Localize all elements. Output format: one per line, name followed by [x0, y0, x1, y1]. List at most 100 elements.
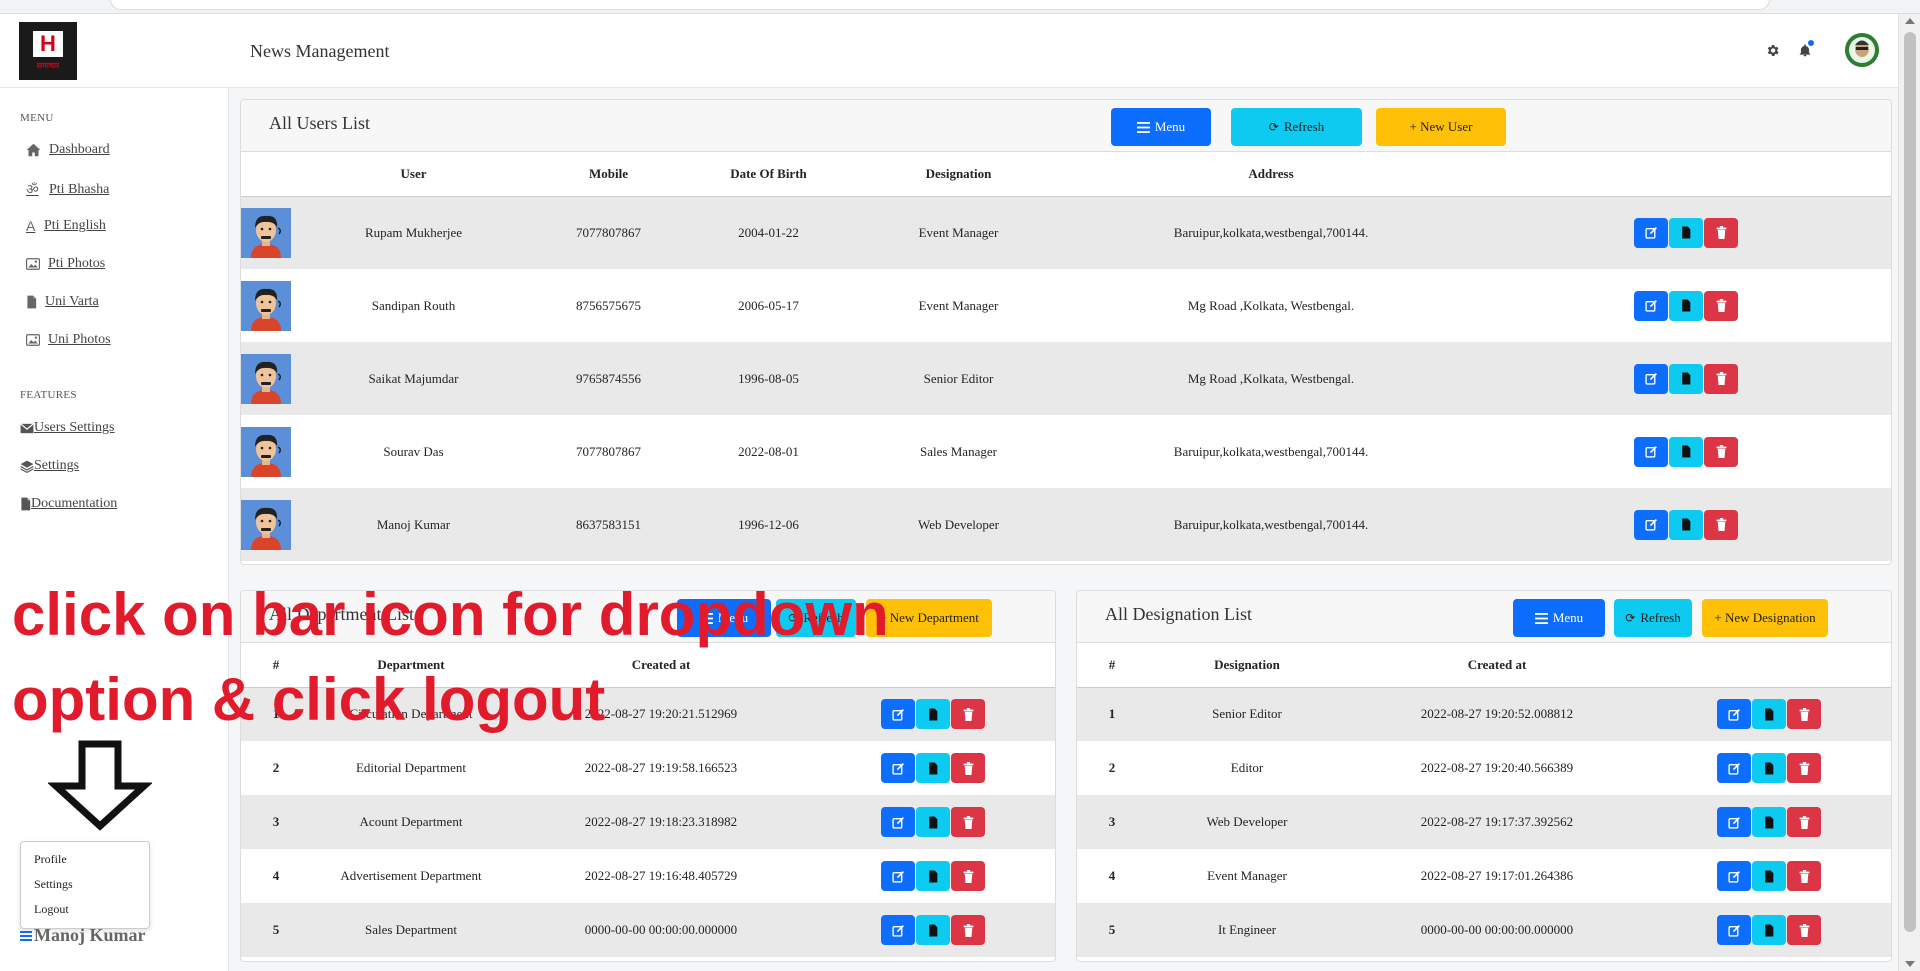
table-row: Sandipan Routh 8756575675 2006-05-17 Event …: [241, 269, 1891, 342]
edit-button[interactable]: [1717, 861, 1751, 891]
delete-button[interactable]: [1704, 290, 1738, 321]
view-button[interactable]: [1752, 699, 1786, 730]
delete-button[interactable]: [951, 807, 985, 837]
view-button[interactable]: [1669, 290, 1703, 321]
delete-button[interactable]: [951, 699, 985, 730]
sidebar-item-pti-bhasha[interactable]: ॐ Pti Bhasha: [26, 180, 109, 199]
delete-button[interactable]: [1704, 217, 1738, 248]
sidebar-item-uni-varta[interactable]: Uni Varta: [26, 294, 99, 310]
profile-avatar[interactable]: [1845, 33, 1879, 67]
edit-button[interactable]: [881, 699, 915, 730]
new-user-button[interactable]: + New User: [1376, 108, 1506, 146]
edit-icon: [1644, 519, 1657, 531]
delete-button[interactable]: [951, 753, 985, 783]
delete-button[interactable]: [1787, 807, 1821, 837]
view-button[interactable]: [1752, 753, 1786, 783]
view-button[interactable]: [916, 861, 950, 891]
bars-icon[interactable]: [20, 930, 32, 942]
user-name-cell: Manoj Kumar: [291, 488, 536, 561]
sidebar-item-dashboard[interactable]: Dashboard: [26, 142, 110, 158]
view-button[interactable]: [916, 699, 950, 730]
delete-button[interactable]: [1787, 861, 1821, 891]
address-bar[interactable]: [110, 0, 1770, 10]
view-button[interactable]: [1669, 363, 1703, 394]
dropdown-item-logout[interactable]: Logout: [34, 902, 69, 917]
edit-button[interactable]: [1717, 699, 1751, 730]
edit-button[interactable]: [1634, 217, 1668, 248]
avatar-cell: [241, 269, 291, 342]
scroll-down-icon[interactable]: [1905, 961, 1915, 967]
created-cell: 2022-08-27 19:19:58.166523: [584, 760, 738, 775]
row-actions: [881, 699, 985, 730]
trash-icon: [963, 923, 973, 937]
dropdown-item-profile[interactable]: Profile: [34, 852, 67, 867]
sidebar-item-documentation[interactable]: Documentation: [20, 496, 117, 512]
designation-menu-button[interactable]: Menu: [1513, 599, 1605, 637]
view-button[interactable]: [916, 915, 950, 945]
delete-button[interactable]: [951, 915, 985, 945]
gear-icon[interactable]: [1762, 40, 1782, 60]
designation-refresh-button[interactable]: ⟳ Refresh: [1614, 599, 1692, 637]
name-cell: Editor: [1230, 760, 1264, 775]
users-menu-button[interactable]: Menu: [1111, 108, 1211, 146]
trash-icon: [1799, 869, 1809, 883]
user-menu-toggle[interactable]: Manoj Kumar: [20, 925, 146, 946]
dropdown-item-settings[interactable]: Settings: [34, 877, 73, 892]
delete-button[interactable]: [1704, 509, 1738, 540]
delete-button[interactable]: [951, 861, 985, 891]
new-designation-button[interactable]: + New Designation: [1702, 599, 1828, 637]
edit-button[interactable]: [1634, 436, 1668, 467]
edit-button[interactable]: [881, 915, 915, 945]
edit-button[interactable]: [1717, 753, 1751, 783]
sidebar-item-settings[interactable]: Settings: [20, 458, 79, 474]
app-logo[interactable]: H समाचार: [19, 22, 77, 80]
delete-button[interactable]: [1704, 436, 1738, 467]
page-scrollbar[interactable]: [1898, 14, 1920, 971]
sidebar-item-uni-photos[interactable]: Uni Photos: [26, 332, 111, 348]
view-button[interactable]: [1669, 436, 1703, 467]
notification-dot: [1808, 40, 1814, 46]
view-button[interactable]: [1752, 807, 1786, 837]
edit-icon: [891, 870, 904, 883]
col-header-mobile: Mobile: [536, 152, 681, 197]
edit-button[interactable]: [1717, 915, 1751, 945]
edit-button[interactable]: [1634, 290, 1668, 321]
refresh-label: Refresh: [1640, 610, 1681, 625]
col-header-designation: Designation: [1147, 643, 1347, 688]
sidebar-item-label: Users Settings: [34, 420, 115, 435]
view-button[interactable]: [916, 807, 950, 837]
sidebar-item-users-settings[interactable]: Users Settings: [20, 420, 115, 436]
bell-icon[interactable]: [1795, 40, 1815, 60]
view-button[interactable]: [1752, 861, 1786, 891]
edit-button[interactable]: [881, 807, 915, 837]
edit-button[interactable]: [1717, 807, 1751, 837]
mobile-cell: 7077807867: [536, 196, 681, 269]
delete-button[interactable]: [1787, 915, 1821, 945]
edit-button[interactable]: [881, 753, 915, 783]
home-icon: [26, 143, 41, 157]
designation-cell: Senior Editor: [856, 342, 1061, 415]
users-table: User Mobile Date Of Birth Designation Ad…: [241, 152, 1891, 561]
delete-button[interactable]: [1704, 363, 1738, 394]
edit-button[interactable]: [1634, 509, 1668, 540]
users-refresh-button[interactable]: ⟳ Refresh: [1231, 108, 1362, 146]
dob-cell: 2022-08-01: [738, 443, 799, 459]
avatar-cell: [241, 415, 291, 488]
envelope-icon: [20, 422, 34, 433]
delete-button[interactable]: [1787, 699, 1821, 730]
trash-icon: [1716, 445, 1726, 458]
view-button[interactable]: [1669, 217, 1703, 248]
view-button[interactable]: [1752, 915, 1786, 945]
scroll-up-icon[interactable]: [1905, 18, 1915, 24]
sidebar-item-pti-english[interactable]: A Pti English: [26, 218, 106, 234]
delete-button[interactable]: [1787, 753, 1821, 783]
row-actions: [1717, 753, 1821, 783]
edit-button[interactable]: [881, 861, 915, 891]
col-header-address: Address: [1061, 152, 1481, 197]
sidebar-item-pti-photos[interactable]: Pti Photos: [26, 256, 105, 272]
file-icon: [1682, 445, 1691, 458]
view-button[interactable]: [916, 753, 950, 783]
view-button[interactable]: [1669, 509, 1703, 540]
edit-button[interactable]: [1634, 363, 1668, 394]
scroll-thumb[interactable]: [1904, 32, 1916, 932]
